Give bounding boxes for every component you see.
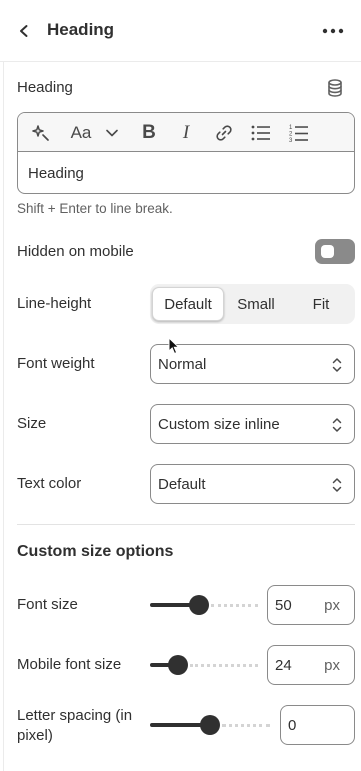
back-button[interactable] xyxy=(10,17,38,45)
svg-text:1: 1 xyxy=(289,125,293,131)
font-size-button[interactable]: Aa xyxy=(66,121,96,145)
select-chevron-icon xyxy=(332,478,342,492)
font-size-label: Font size xyxy=(17,596,78,613)
svg-text:3: 3 xyxy=(289,138,293,143)
line-height-option-small[interactable]: Small xyxy=(222,287,290,321)
hidden-on-mobile-label: Hidden on mobile xyxy=(17,243,134,260)
letter-spacing-label: Letter spacing (in pixel) xyxy=(17,706,132,746)
mobile-font-size-label: Mobile font size xyxy=(17,656,122,673)
more-horizontal-icon xyxy=(322,28,344,34)
font-size-unit: px xyxy=(324,597,340,614)
bullet-list-button[interactable] xyxy=(250,121,272,145)
italic-icon: I xyxy=(182,122,190,143)
magic-icon xyxy=(32,125,49,141)
letter-spacing-value: 0 xyxy=(288,717,297,734)
dynamic-source-button[interactable] xyxy=(325,78,345,103)
mobile-font-size-value: 24 xyxy=(275,657,292,674)
size-label: Size xyxy=(17,415,47,432)
slider-track-rest xyxy=(210,604,258,607)
more-actions-button[interactable] xyxy=(315,17,351,45)
panel-edge xyxy=(0,62,4,771)
size-value: Custom size inline xyxy=(158,416,280,433)
editor-toolbar: Aa B I 1 2 3 xyxy=(18,113,354,152)
italic-button[interactable]: I xyxy=(175,121,197,145)
ai-magic-button[interactable] xyxy=(30,121,52,145)
link-icon xyxy=(216,125,232,141)
link-button[interactable] xyxy=(213,121,235,145)
slider-track-rest xyxy=(222,724,270,727)
line-height-option-fit[interactable]: Fit xyxy=(290,287,352,321)
letter-spacing-label-line2: pixel) xyxy=(17,727,53,744)
svg-text:2: 2 xyxy=(289,132,293,138)
page-title: Heading xyxy=(47,20,115,39)
font-size-input[interactable]: 50 px xyxy=(267,585,355,625)
select-chevron-icon xyxy=(332,358,342,372)
select-chevron-icon xyxy=(332,418,342,432)
database-icon xyxy=(328,79,342,97)
letter-spacing-input[interactable]: 0 xyxy=(280,705,355,745)
panel-header: Heading xyxy=(0,0,361,62)
heading-label: Heading xyxy=(17,79,73,96)
font-size-slider[interactable] xyxy=(150,595,258,615)
font-size-icon: Aa xyxy=(70,123,92,142)
font-size-value: 50 xyxy=(275,597,292,614)
line-break-hint: Shift + Enter to line break. xyxy=(17,201,173,216)
mobile-font-size-slider[interactable] xyxy=(150,655,258,675)
slider-thumb[interactable] xyxy=(200,715,220,735)
text-color-value: Default xyxy=(158,476,206,493)
font-weight-select[interactable]: Normal xyxy=(150,344,355,384)
letter-spacing-label-line1: Letter spacing (in xyxy=(17,707,133,724)
bullet-list-icon xyxy=(251,125,270,141)
text-color-label: Text color xyxy=(17,475,82,492)
bold-icon: B xyxy=(142,122,156,143)
size-select[interactable]: Custom size inline xyxy=(150,404,355,444)
letter-spacing-slider[interactable] xyxy=(150,715,270,735)
heading-text-value[interactable]: Heading xyxy=(28,165,84,182)
hidden-on-mobile-toggle[interactable] xyxy=(315,239,355,264)
bold-button[interactable]: B xyxy=(138,121,160,145)
numbered-list-button[interactable]: 1 2 3 xyxy=(288,121,310,145)
rich-text-editor[interactable]: Aa B I 1 2 3 Heading xyxy=(17,112,355,194)
mouse-cursor-icon xyxy=(168,337,180,355)
slider-thumb[interactable] xyxy=(188,595,209,615)
slider-thumb[interactable] xyxy=(168,655,189,675)
mobile-font-size-input[interactable]: 24 px xyxy=(267,645,355,685)
numbered-list-icon: 1 2 3 xyxy=(289,125,308,143)
toggle-knob xyxy=(321,245,334,258)
slider-track-rest xyxy=(190,664,258,667)
text-color-select[interactable]: Default xyxy=(150,464,355,504)
font-weight-value: Normal xyxy=(158,356,207,373)
line-height-label: Line-height xyxy=(17,295,92,312)
mobile-font-size-unit: px xyxy=(324,657,340,674)
custom-size-section-title: Custom size options xyxy=(17,543,174,560)
section-divider xyxy=(17,524,355,525)
font-size-dropdown[interactable] xyxy=(102,121,122,145)
font-weight-label: Font weight xyxy=(17,355,95,372)
line-height-option-default[interactable]: Default xyxy=(152,287,224,321)
line-height-segmented-control: Default Small Fit xyxy=(150,284,355,324)
chevron-down-icon xyxy=(106,129,118,137)
chevron-left-icon xyxy=(20,25,28,37)
